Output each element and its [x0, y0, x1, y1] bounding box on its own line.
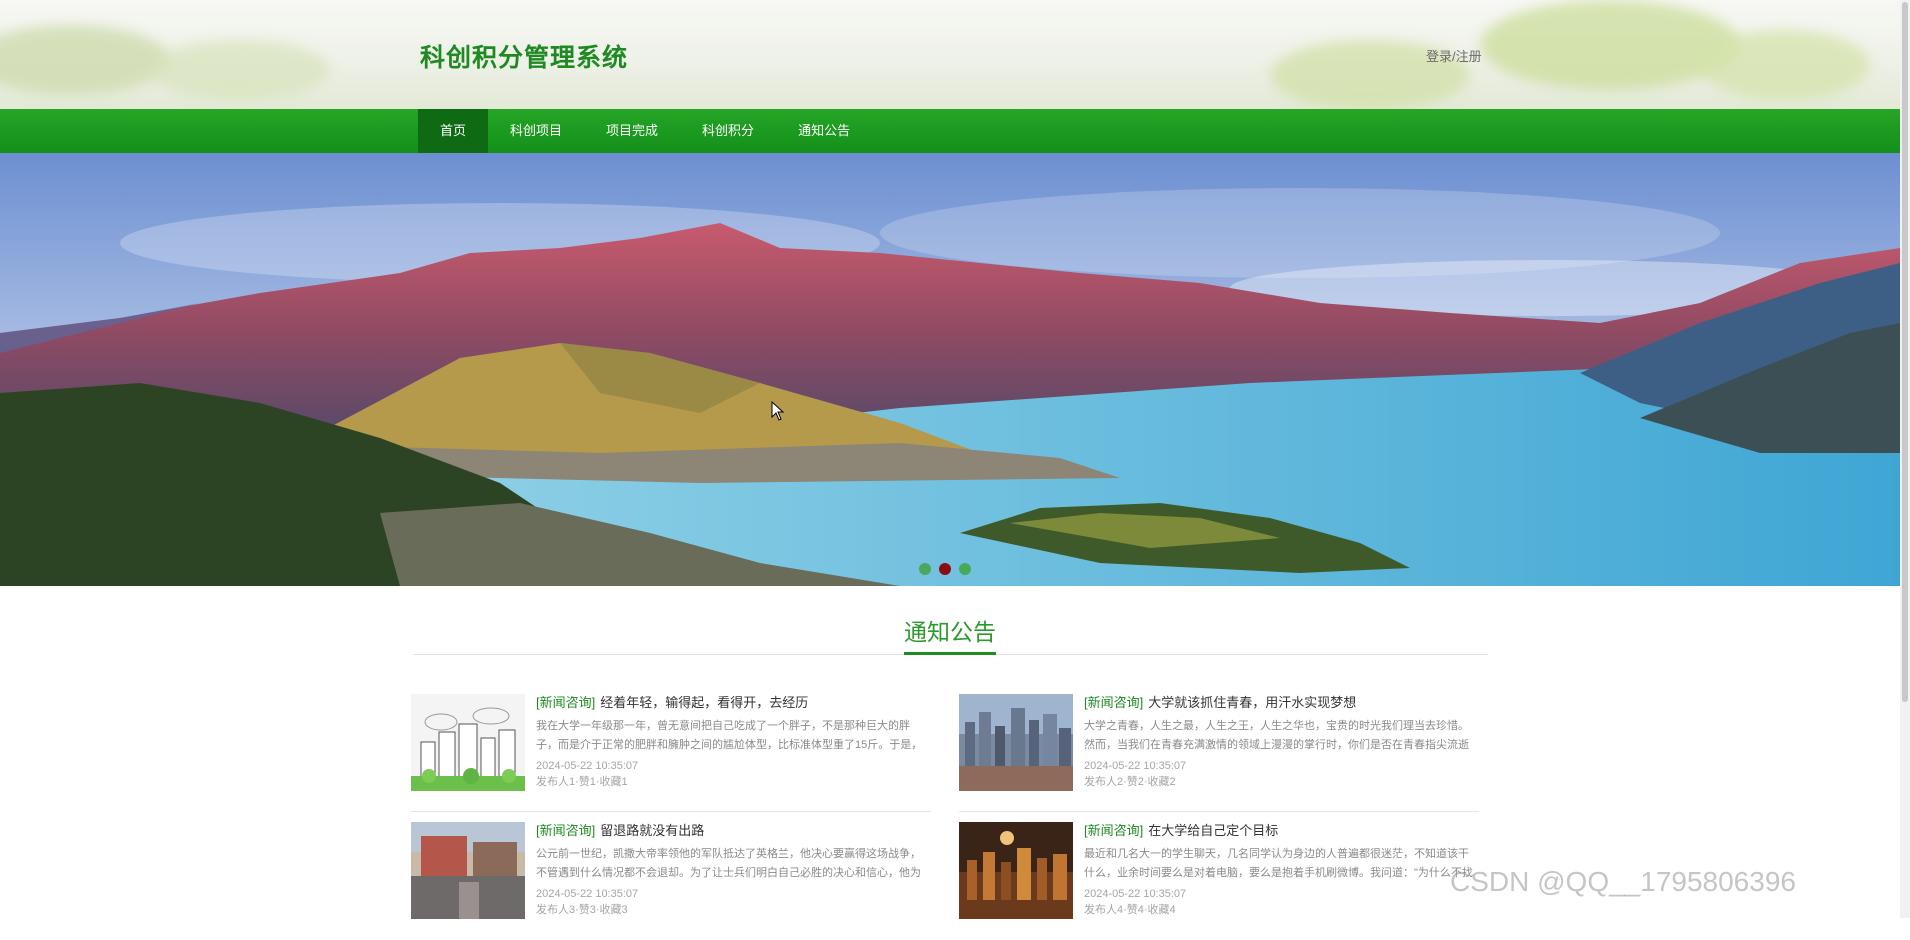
news-divider [411, 811, 931, 812]
nav-item-notices[interactable]: 通知公告 [776, 109, 872, 153]
news-title-text: 大学就该抓住青春，用汗水实现梦想 [1148, 695, 1357, 710]
news-date: 2024-05-22 10:35:07 [1084, 760, 1187, 772]
news-stats: 发布人1·赞1·收藏1 [536, 776, 628, 788]
news-thumbnail[interactable] [411, 822, 525, 919]
scrollbar-thumb[interactable] [1902, 2, 1908, 702]
news-date: 2024-05-22 10:35:07 [1084, 888, 1187, 900]
hero-carousel[interactable] [0, 153, 1900, 586]
section-title-underline [904, 652, 996, 655]
news-item[interactable]: [新闻咨询] 在大学给自己定个目标 最近和几名大一的学生聊天，几名同学认为身边的人… [959, 822, 1479, 940]
nav-item-project-completion[interactable]: 项目完成 [584, 109, 680, 153]
news-thumbnail[interactable] [959, 694, 1073, 791]
nav-item-points[interactable]: 科创积分 [680, 109, 776, 153]
news-divider [959, 811, 1479, 812]
news-date: 2024-05-22 10:35:07 [536, 888, 639, 900]
site-title: 科创积分管理系统 [420, 44, 629, 72]
nav-item-home[interactable]: 首页 [418, 109, 489, 153]
mouse-cursor-icon [771, 401, 785, 421]
news-item[interactable]: [新闻咨询] 经着年轻，输得起，看得开，去经历 我在大学一年级那一年，曾无意间把自… [411, 694, 931, 812]
carousel-dot-3[interactable] [959, 563, 971, 575]
carousel-dot-1[interactable] [919, 563, 931, 575]
news-title[interactable]: [新闻咨询] 留退路就没有出路 [536, 822, 931, 840]
news-category-tag: [新闻咨询] [1084, 823, 1144, 838]
news-title-text: 在大学给自己定个目标 [1148, 823, 1279, 838]
login-register-link[interactable]: 登录/注册 [1426, 46, 1482, 65]
news-category-tag: [新闻咨询] [1084, 695, 1144, 710]
carousel-indicators [919, 563, 971, 575]
news-category-tag: [新闻咨询] [536, 695, 596, 710]
news-summary: 大学之青春，人生之最，人生之王，人生之华也，宝贵的时光我们理当去珍惜。然而，当我… [1084, 720, 1469, 751]
news-stats: 发布人2·赞2·收藏2 [1084, 776, 1176, 788]
news-title[interactable]: [新闻咨询] 大学就该抓住青春，用汗水实现梦想 [1084, 694, 1479, 712]
main-nav: 首页 科创项目 项目完成 科创积分 通知公告 [0, 109, 1900, 153]
news-summary: 最近和几名大一的学生聊天，几名同学认为身边的人普遍都很迷茫，不知道该干什么，业余… [1084, 848, 1473, 879]
news-summary: 公元前一世纪，凯撒大帝率领他的军队抵达了英格兰，他决心要赢得这场战争，不管遇到什… [536, 848, 921, 879]
news-date: 2024-05-22 10:35:07 [536, 760, 639, 772]
nav-item-projects[interactable]: 科创项目 [488, 109, 584, 153]
news-title[interactable]: [新闻咨询] 在大学给自己定个目标 [1084, 822, 1479, 840]
landscape-image [0, 153, 1900, 586]
news-item[interactable]: [新闻咨询] 留退路就没有出路 公元前一世纪，凯撒大帝率领他的军队抵达了英格兰，他… [411, 822, 931, 940]
page-header: 科创积分管理系统 登录/注册 [0, 0, 1900, 109]
notices-section-title: 通知公告 [904, 619, 996, 645]
news-stats: 发布人4·赞4·收藏4 [1084, 904, 1176, 916]
news-thumbnail[interactable] [411, 694, 525, 791]
carousel-dot-2[interactable] [939, 563, 951, 575]
news-title[interactable]: [新闻咨询] 经着年轻，输得起，看得开，去经历 [536, 694, 931, 712]
news-summary: 我在大学一年级那一年，曾无意间把自己吃成了一个胖子，不是那种巨大的胖子，而是介于… [536, 720, 923, 751]
news-thumbnail[interactable] [959, 822, 1073, 919]
news-title-text: 经着年轻，输得起，看得开，去经历 [600, 695, 809, 710]
news-stats: 发布人3·赞3·收藏3 [536, 904, 628, 916]
news-item[interactable]: [新闻咨询] 大学就该抓住青春，用汗水实现梦想 大学之青春，人生之最，人生之王，人… [959, 694, 1479, 812]
news-title-text: 留退路就没有出路 [600, 823, 705, 838]
news-category-tag: [新闻咨询] [536, 823, 596, 838]
csdn-watermark: CSDN @QQ__1795806396 [1450, 866, 1796, 897]
